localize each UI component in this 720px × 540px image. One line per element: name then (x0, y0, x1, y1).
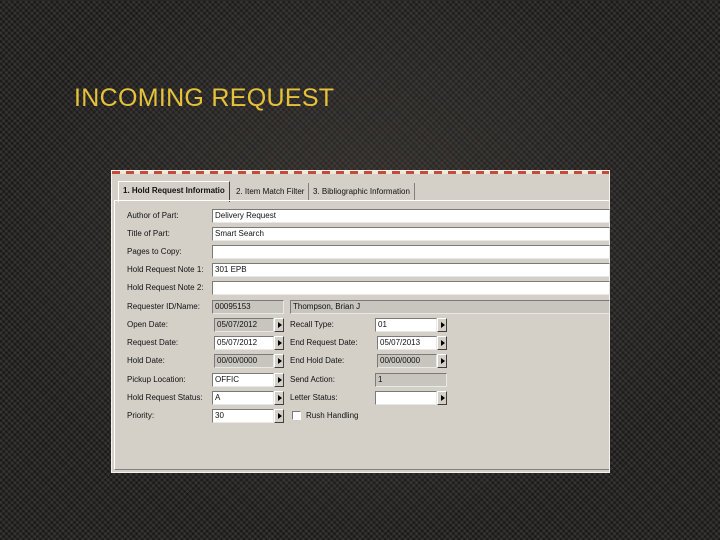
pickup-location-field[interactable]: OFFIC (212, 373, 274, 387)
hold-request-window: 1. Hold Request Informatio 2. Item Match… (111, 170, 610, 473)
recall-type-arrow-icon[interactable] (437, 318, 447, 332)
hold-request-status-field[interactable]: A (212, 391, 274, 405)
letter-status-label: Letter Status: (290, 393, 338, 402)
request-date-field[interactable]: 05/07/2012 (214, 336, 274, 350)
end-hold-date-field: 00/00/0000 (377, 354, 437, 368)
open-date-field: 05/07/2012 (214, 318, 274, 332)
send-action-label: Send Action: (290, 375, 335, 384)
end-request-date-label: End Request Date: (290, 338, 358, 347)
end-hold-date-label: End Hold Date: (290, 356, 345, 365)
pickup-location-arrow-icon[interactable] (274, 373, 284, 387)
window-top-border (112, 171, 609, 174)
hold-request-status-arrow-icon[interactable] (274, 391, 284, 405)
open-date-arrow-icon[interactable] (274, 318, 284, 332)
hold-request-note-1-label: Hold Request Note 1: (127, 265, 204, 274)
author-of-part-field[interactable]: Delivery Request (212, 209, 610, 223)
tab-hold-request-information[interactable]: 1. Hold Request Informatio (118, 181, 230, 202)
requester-label: Requester ID/Name: (127, 302, 200, 311)
rush-handling-label: Rush Handling (306, 411, 359, 420)
recall-type-field[interactable]: 01 (375, 318, 437, 332)
pages-to-copy-label: Pages to Copy: (127, 247, 182, 256)
open-date-label: Open Date: (127, 320, 168, 329)
pages-to-copy-field[interactable] (212, 245, 610, 259)
request-date-label: Request Date: (127, 338, 179, 347)
hold-date-label: Hold Date: (127, 356, 165, 365)
hold-request-note-1-field[interactable]: 301 EPB (212, 263, 610, 277)
tab-bibliographic-information[interactable]: 3. Bibliographic Information (309, 183, 415, 200)
priority-label: Priority: (127, 411, 155, 420)
author-of-part-label: Author of Part: (127, 211, 179, 220)
end-request-date-arrow-icon[interactable] (437, 336, 447, 350)
slide-title: INCOMING REQUEST (74, 84, 335, 112)
title-of-part-label: Title of Part: (127, 229, 170, 238)
requester-name-field: Thompson, Brian J (290, 300, 610, 314)
hold-date-field: 00/00/0000 (214, 354, 274, 368)
hold-request-status-label: Hold Request Status: (127, 393, 203, 402)
letter-status-field[interactable] (375, 391, 437, 405)
tab-item-match-filter[interactable]: 2. Item Match Filter (232, 183, 310, 200)
tab-bar: 1. Hold Request Informatio 2. Item Match… (118, 181, 609, 202)
recall-type-label: Recall Type: (290, 320, 334, 329)
end-hold-date-arrow-icon[interactable] (437, 354, 447, 368)
hold-date-arrow-icon[interactable] (274, 354, 284, 368)
letter-status-arrow-icon[interactable] (437, 391, 447, 405)
send-action-field: 1 (375, 373, 447, 387)
requester-id-field[interactable]: 00095153 (212, 300, 284, 314)
rush-handling-checkbox[interactable] (292, 411, 301, 420)
priority-field[interactable]: 30 (212, 409, 274, 423)
end-request-date-field[interactable]: 05/07/2013 (377, 336, 437, 350)
priority-arrow-icon[interactable] (274, 409, 284, 423)
title-of-part-field[interactable]: Smart Search (212, 227, 610, 241)
hold-request-note-2-label: Hold Request Note 2: (127, 283, 204, 292)
request-date-arrow-icon[interactable] (274, 336, 284, 350)
form-panel: Author of Part: Delivery Request Title o… (114, 200, 610, 470)
pickup-location-label: Pickup Location: (127, 375, 186, 384)
hold-request-note-2-field[interactable] (212, 281, 610, 295)
